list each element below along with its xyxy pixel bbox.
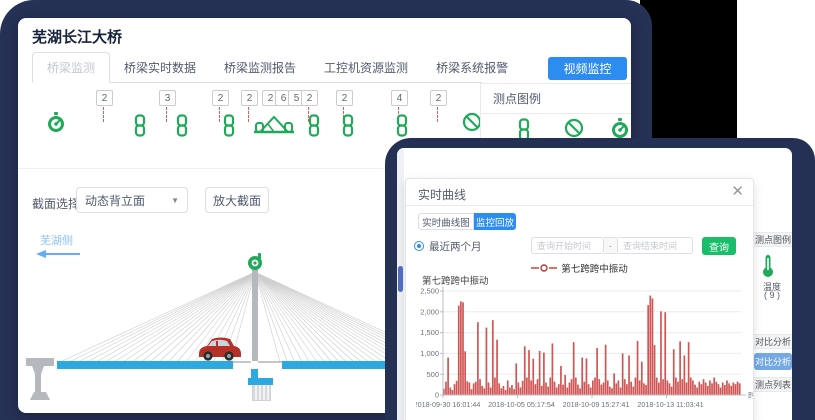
section-select-value: 动态背立面 <box>85 192 145 209</box>
bridge-pier <box>24 356 60 404</box>
query-button[interactable]: 查询 <box>702 237 736 255</box>
main-tab-4[interactable]: 桥梁系统报警 <box>422 53 522 82</box>
bridge-tower <box>252 260 258 361</box>
sensor-count-badge: 3 <box>159 90 176 106</box>
bridge-pedestal <box>248 378 273 385</box>
sliver-pointlist-header: 测点列表 <box>752 377 792 392</box>
last-two-months-radio[interactable] <box>414 241 424 251</box>
popup-window: 测点图例 温度 ( 9 ) 对比分析 对比分析 测点列表 实时曲线 ✕ 实时曲线… <box>397 148 792 420</box>
scrollbar-thumb[interactable] <box>398 266 403 292</box>
main-tabbar: 桥梁监测桥梁实时数据桥梁监测报告工控机资源监测桥梁系统报警 <box>32 55 482 83</box>
bridge-foundation <box>252 385 271 401</box>
legend-panel-title: 测点图例 <box>481 84 631 114</box>
video-monitor-button[interactable]: 视频监控 <box>548 57 627 80</box>
sensor-dash-line <box>219 107 220 122</box>
main-tab-3[interactable]: 工控机资源监测 <box>310 53 422 82</box>
sliver-legend-header: 测点图例 <box>752 232 792 247</box>
scrollbar-track[interactable] <box>397 148 404 420</box>
bridge-deck-right <box>282 361 398 369</box>
zoom-section-button[interactable]: 放大截面 <box>205 187 269 213</box>
sensor-count-badge: 2 <box>241 90 258 106</box>
tab-playback[interactable]: 监控回放 <box>474 213 516 230</box>
link-icon[interactable] <box>340 114 356 142</box>
legend-marker-icon <box>531 263 557 273</box>
temperature-count: ( 9 ) <box>752 290 792 300</box>
tower-camera-icon[interactable] <box>246 252 265 271</box>
link-icon[interactable] <box>174 114 190 142</box>
sensor-count-badge: 2 <box>301 90 318 106</box>
query-end-time-input[interactable] <box>617 237 693 254</box>
thermometer-icon[interactable] <box>761 254 775 278</box>
modal-title: 实时曲线 <box>418 186 466 203</box>
last-two-months-label: 最近两个月 <box>429 239 482 254</box>
svg-text:0: 0 <box>435 391 439 400</box>
svg-text:1,500: 1,500 <box>420 328 439 337</box>
bridge-sensor-icon[interactable] <box>254 114 294 142</box>
ban-icon[interactable] <box>462 112 482 137</box>
gauge-icon[interactable] <box>46 112 66 139</box>
background-black-block <box>640 0 737 142</box>
sensor-count-badge: 2 <box>212 90 229 106</box>
legend-label: 第七跨跨中振动 <box>561 261 628 275</box>
date-range-separator: - <box>604 237 617 254</box>
svg-text:2018-10-05 05:17:54: 2018-10-05 05:17:54 <box>488 400 555 409</box>
page-title: 芜湖长江大桥 <box>32 26 122 47</box>
modal-header: 实时曲线 ✕ <box>406 179 753 206</box>
sensor-count-badge: 2 <box>96 90 113 106</box>
svg-text:2018-10-09 15:27:41: 2018-10-09 15:27:41 <box>563 400 630 409</box>
car <box>196 334 242 362</box>
bridge-deck-gap <box>258 361 282 363</box>
main-tab-0[interactable]: 桥梁监测 <box>32 52 110 83</box>
sliver-compare-header: 对比分析 <box>752 334 792 349</box>
sensor-dash-line <box>437 107 438 122</box>
tab-realtime-curve[interactable]: 实时曲线图 <box>418 213 474 230</box>
chevron-down-icon: ▼ <box>171 196 179 205</box>
close-icon[interactable]: ✕ <box>731 184 744 199</box>
svg-text:1,000: 1,000 <box>420 349 439 358</box>
svg-text:2,000: 2,000 <box>420 307 439 316</box>
query-start-time-input[interactable] <box>531 237 604 254</box>
link-icon[interactable] <box>132 114 148 142</box>
svg-text:时间: 时间 <box>748 390 753 400</box>
link-icon[interactable] <box>221 114 237 142</box>
main-tab-2[interactable]: 桥梁监测报告 <box>210 53 310 82</box>
compare-analysis-button[interactable]: 对比分析 <box>754 353 792 370</box>
svg-text:2018-09-30 16:01:44: 2018-09-30 16:01:44 <box>416 400 480 409</box>
sensor-count-badge: 4 <box>391 90 408 106</box>
realtime-curve-modal: 实时曲线 ✕ 实时曲线图 监控回放 最近两个月 - 查询 第七跨跨中振动 第七跨… <box>405 178 754 420</box>
link-icon[interactable] <box>306 114 322 142</box>
bridge-deck-left <box>57 361 233 369</box>
main-tab-1[interactable]: 桥梁实时数据 <box>110 53 210 82</box>
sensor-dash-line <box>103 107 104 122</box>
vibration-chart: 0 500 1,000 1,500 2,000 2,500 2018-09-30 16:01… <box>416 283 753 417</box>
svg-text:2018-10-13 11:03:41: 2018-10-13 11:03:41 <box>637 400 703 409</box>
sensor-count-badge: 2 <box>336 90 353 106</box>
sensor-dash-line <box>248 107 249 122</box>
svg-text:500: 500 <box>426 370 439 379</box>
section-select-dropdown[interactable]: 动态背立面 ▼ <box>76 187 188 213</box>
sensor-count-badge: 2 <box>430 90 447 106</box>
sensor-dash-line <box>166 107 167 122</box>
svg-text:2,500: 2,500 <box>420 287 439 296</box>
